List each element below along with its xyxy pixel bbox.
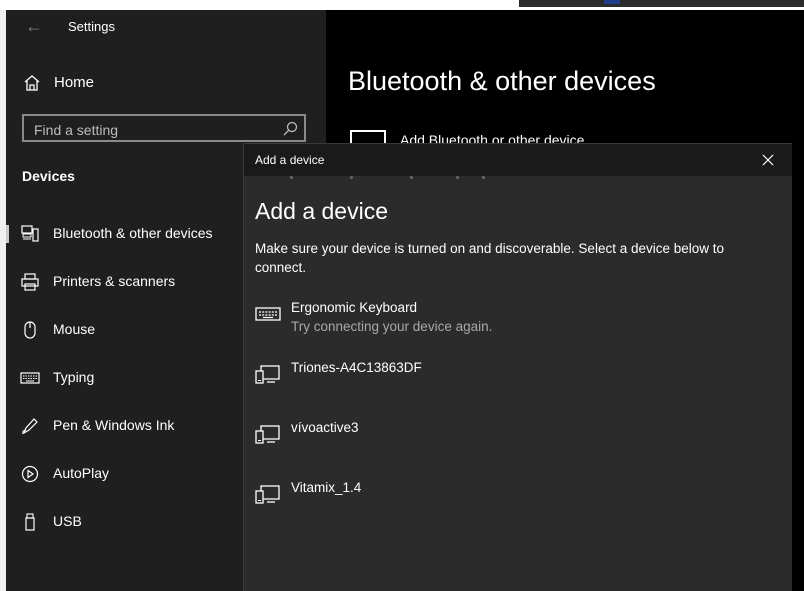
device-name: Vitamix_1.4 [291, 480, 362, 495]
background-taskbar-strip [519, 0, 804, 7]
device-name: vívoactive3 [291, 420, 359, 435]
printer-icon [21, 273, 39, 291]
mouse-icon [24, 321, 36, 339]
add-device-dialog: Add a device Add a device Make sure your… [243, 143, 792, 591]
sidebar-item-label: Mouse [53, 321, 96, 337]
back-arrow-icon[interactable]: ← [22, 16, 46, 36]
background-accent [604, 0, 620, 4]
keyboard-icon [255, 307, 281, 321]
sidebar-item-label: Pen & Windows Ink [53, 417, 175, 433]
device-status: Try connecting your device again. [291, 319, 493, 334]
device-item-ergonomic-keyboard[interactable]: Ergonomic Keyboard Try connecting your d… [244, 294, 792, 344]
sidebar-item-label: Printers & scanners [53, 273, 176, 289]
device-name: Triones-A4C13863DF [291, 360, 422, 375]
window-title: Settings [68, 19, 115, 34]
dialog-title: Add a device [255, 153, 325, 167]
dialog-description: Make sure your device is turned on and d… [255, 241, 725, 275]
device-item-vivoactive3[interactable]: vívoactive3 [244, 414, 792, 464]
sidebar-item-label: Typing [53, 369, 95, 385]
section-title: Devices [22, 168, 75, 184]
pen-icon [22, 418, 38, 435]
screen: ← Settings Home Devices [0, 0, 804, 591]
device-item-vitamix[interactable]: Vitamix_1.4 [244, 474, 792, 524]
selected-indicator [6, 225, 9, 243]
search-box[interactable] [22, 114, 306, 142]
close-icon[interactable] [752, 148, 784, 172]
dialog-titlebar: Add a device [244, 144, 792, 176]
keyboard-icon [20, 372, 40, 384]
device-item-triones[interactable]: Triones-A4C13863DF [244, 354, 792, 404]
generic-device-icon [255, 365, 280, 384]
page-title: Bluetooth & other devices [348, 66, 656, 96]
search-input[interactable] [32, 119, 276, 141]
generic-device-icon [255, 425, 280, 444]
bluetooth-devices-icon [21, 225, 39, 242]
autoplay-icon [21, 465, 39, 483]
dialog-heading: Add a device [255, 198, 388, 224]
usb-icon [25, 513, 35, 531]
search-icon[interactable] [282, 121, 298, 137]
home-icon [24, 75, 40, 91]
home-link[interactable]: Home [6, 68, 326, 98]
home-label: Home [54, 74, 95, 91]
progress-dots [290, 176, 490, 180]
generic-device-icon [255, 485, 280, 504]
device-name: Ergonomic Keyboard [291, 300, 418, 315]
sidebar-item-label: AutoPlay [53, 465, 110, 481]
sidebar-item-label: Bluetooth & other devices [53, 225, 213, 241]
sidebar-item-label: USB [53, 513, 82, 529]
